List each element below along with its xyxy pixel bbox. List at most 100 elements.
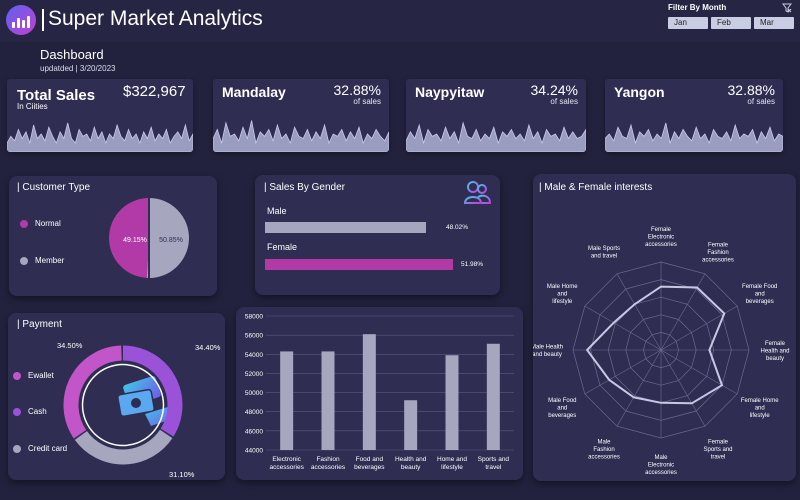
kpi-yangon-name: Yangon bbox=[614, 84, 665, 100]
radar-axis-label: Male Home and lifestyle bbox=[547, 284, 578, 305]
radar-axis-label: Female Sports and travel bbox=[703, 440, 732, 461]
x-tick-label: Health and bbox=[395, 456, 427, 463]
bar-3 bbox=[404, 400, 418, 450]
donut-label-cash: 34.40% bbox=[195, 343, 221, 352]
pie-label-normal: 49.15% bbox=[123, 237, 147, 244]
kpi-total-value: $322,967 bbox=[123, 83, 186, 100]
donut-label-ewallet: 34.50% bbox=[57, 341, 83, 350]
radar-axis-label: Male Health and beauty bbox=[533, 345, 563, 359]
gender-card: | Sales By Gender Male 48.02% Female 51.… bbox=[255, 175, 500, 295]
x-tick-label: beauty bbox=[401, 464, 421, 471]
gender-bar-female bbox=[265, 259, 453, 270]
month-button-jan[interactable]: Jan bbox=[668, 17, 708, 29]
radar-axis-label: Female Health and beauty bbox=[760, 341, 789, 362]
sparkline-total bbox=[7, 122, 193, 152]
legend-label-normal: Normal bbox=[35, 219, 61, 228]
sparkline-yangon bbox=[605, 122, 783, 152]
kpi-total-sales: Total Sales In Ciities $322,967 bbox=[7, 79, 193, 152]
sparkline-naypyitaw bbox=[406, 121, 586, 152]
gender-bar-male bbox=[265, 222, 426, 233]
radar-series-line bbox=[585, 285, 726, 405]
y-tick-label: 44000 bbox=[245, 448, 263, 455]
x-tick-label: beverages bbox=[354, 464, 385, 471]
y-tick-label: 58000 bbox=[245, 314, 263, 321]
y-tick-label: 48000 bbox=[245, 409, 263, 416]
sparkline-area bbox=[213, 120, 389, 152]
x-tick-label: Home and bbox=[437, 456, 467, 463]
x-tick-label: Food and bbox=[356, 456, 384, 463]
legend-dot-normal bbox=[20, 220, 28, 228]
kpi-yangon-pct: 32.88% bbox=[727, 82, 775, 98]
kpi-mandalay-name: Mandalay bbox=[222, 84, 286, 100]
customer-type-pie: 49.15% 50.85% bbox=[108, 198, 189, 278]
radar-axis-label: Male Fashion accessories bbox=[588, 440, 620, 461]
month-button-mar[interactable]: Mar bbox=[754, 17, 794, 29]
payment-title-text: Payment bbox=[22, 319, 62, 330]
filter-label: Filter By Month bbox=[668, 3, 727, 12]
x-tick-label: lifestyle bbox=[441, 464, 463, 471]
radar-axis-label: Male Food and beverages bbox=[548, 398, 576, 419]
dashboard-title: Dashboard bbox=[40, 47, 104, 62]
legend-label-cash: Cash bbox=[28, 407, 47, 416]
radar-axis-label: Female Home and lifestyle bbox=[741, 398, 779, 419]
x-tick-label: Sports and bbox=[478, 456, 510, 463]
x-tick-label: Electronic bbox=[272, 456, 301, 463]
y-tick-label: 56000 bbox=[245, 333, 263, 340]
customer-type-title: | Customer Type bbox=[17, 182, 91, 193]
legend-dot-member bbox=[20, 257, 28, 265]
sparkline-area bbox=[605, 122, 783, 152]
kpi-mandalay: Mandalay 32.88% of sales bbox=[213, 79, 389, 152]
bar-5 bbox=[486, 343, 500, 450]
legend-dot-ewallet bbox=[13, 372, 21, 380]
users-icon bbox=[463, 181, 492, 204]
x-tick-label: accessories bbox=[311, 464, 346, 471]
customer-type-card: | Customer Type Normal Member 49.15% 50.… bbox=[9, 176, 217, 296]
legend-dot-credit-card bbox=[13, 445, 21, 453]
title-divider bbox=[42, 9, 44, 31]
gender-title: | Sales By Gender bbox=[264, 182, 345, 193]
kpi-yangon: Yangon 32.88% of sales bbox=[605, 79, 783, 152]
sparkline-area bbox=[7, 122, 193, 152]
kpi-mandalay-pct: 32.88% bbox=[333, 82, 381, 98]
payment-donut: 34.50% 34.40% 31.10% bbox=[57, 341, 221, 479]
pie-label-member: 50.85% bbox=[159, 237, 183, 244]
category-bar-chart: 58000 56000 54000 52000 50000 48000 46000 44000… bbox=[245, 314, 514, 471]
y-tick-label: 50000 bbox=[245, 390, 263, 397]
x-tick-label: travel bbox=[485, 464, 501, 471]
gender-title-text: Sales By Gender bbox=[269, 182, 345, 193]
radar-axis-label: Male Sports and travel bbox=[588, 246, 620, 260]
kpi-mandalay-sub: of sales bbox=[353, 97, 381, 106]
y-tick-label: 52000 bbox=[245, 371, 263, 378]
gender-female-label: Female bbox=[267, 242, 298, 252]
bar-0 bbox=[280, 351, 294, 450]
kpi-naypyitaw: Naypyitaw 34.24% of sales bbox=[406, 79, 586, 152]
gender-male-pct: 48.02% bbox=[446, 224, 469, 231]
chart-logo-icon bbox=[6, 5, 36, 35]
legend-label-member: Member bbox=[35, 256, 65, 265]
updated-text: updatded | 3/20/2023 bbox=[40, 64, 116, 73]
customer-type-title-text: Customer Type bbox=[22, 182, 91, 193]
payment-title: | Payment bbox=[17, 319, 62, 330]
radar-axis-label: Female Food and beverages bbox=[742, 284, 777, 305]
gender-female-pct: 51.98% bbox=[461, 261, 484, 268]
app-title: Super Market Analytics bbox=[48, 7, 263, 30]
donut-label-credit-card: 31.10% bbox=[169, 470, 195, 479]
interests-card: | Male & Female interests Female Electron… bbox=[533, 174, 796, 481]
kpi-naypyitaw-pct: 34.24% bbox=[530, 82, 578, 98]
radar-chart: Female Electronic accessories Female Fashion… bbox=[533, 227, 790, 476]
bar-2 bbox=[362, 334, 376, 450]
radar-axis-label: Female Fashion accessories bbox=[702, 242, 734, 263]
y-tick-label: 54000 bbox=[245, 352, 263, 359]
bar-1 bbox=[321, 351, 335, 450]
sparkline-area bbox=[406, 121, 586, 152]
bar-4 bbox=[445, 355, 459, 450]
gender-male-label: Male bbox=[267, 206, 287, 216]
kpi-yangon-sub: of sales bbox=[747, 97, 775, 106]
filter-clear-icon[interactable] bbox=[782, 3, 792, 13]
month-button-feb[interactable]: Feb bbox=[711, 17, 751, 29]
kpi-naypyitaw-sub: of sales bbox=[550, 97, 578, 106]
y-tick-label: 46000 bbox=[245, 428, 263, 435]
x-tick-label: accessories bbox=[270, 464, 305, 471]
radar-axis-label: Male Electronic accessories bbox=[645, 455, 677, 476]
radar-axis-label: Female Electronic accessories bbox=[645, 227, 677, 248]
